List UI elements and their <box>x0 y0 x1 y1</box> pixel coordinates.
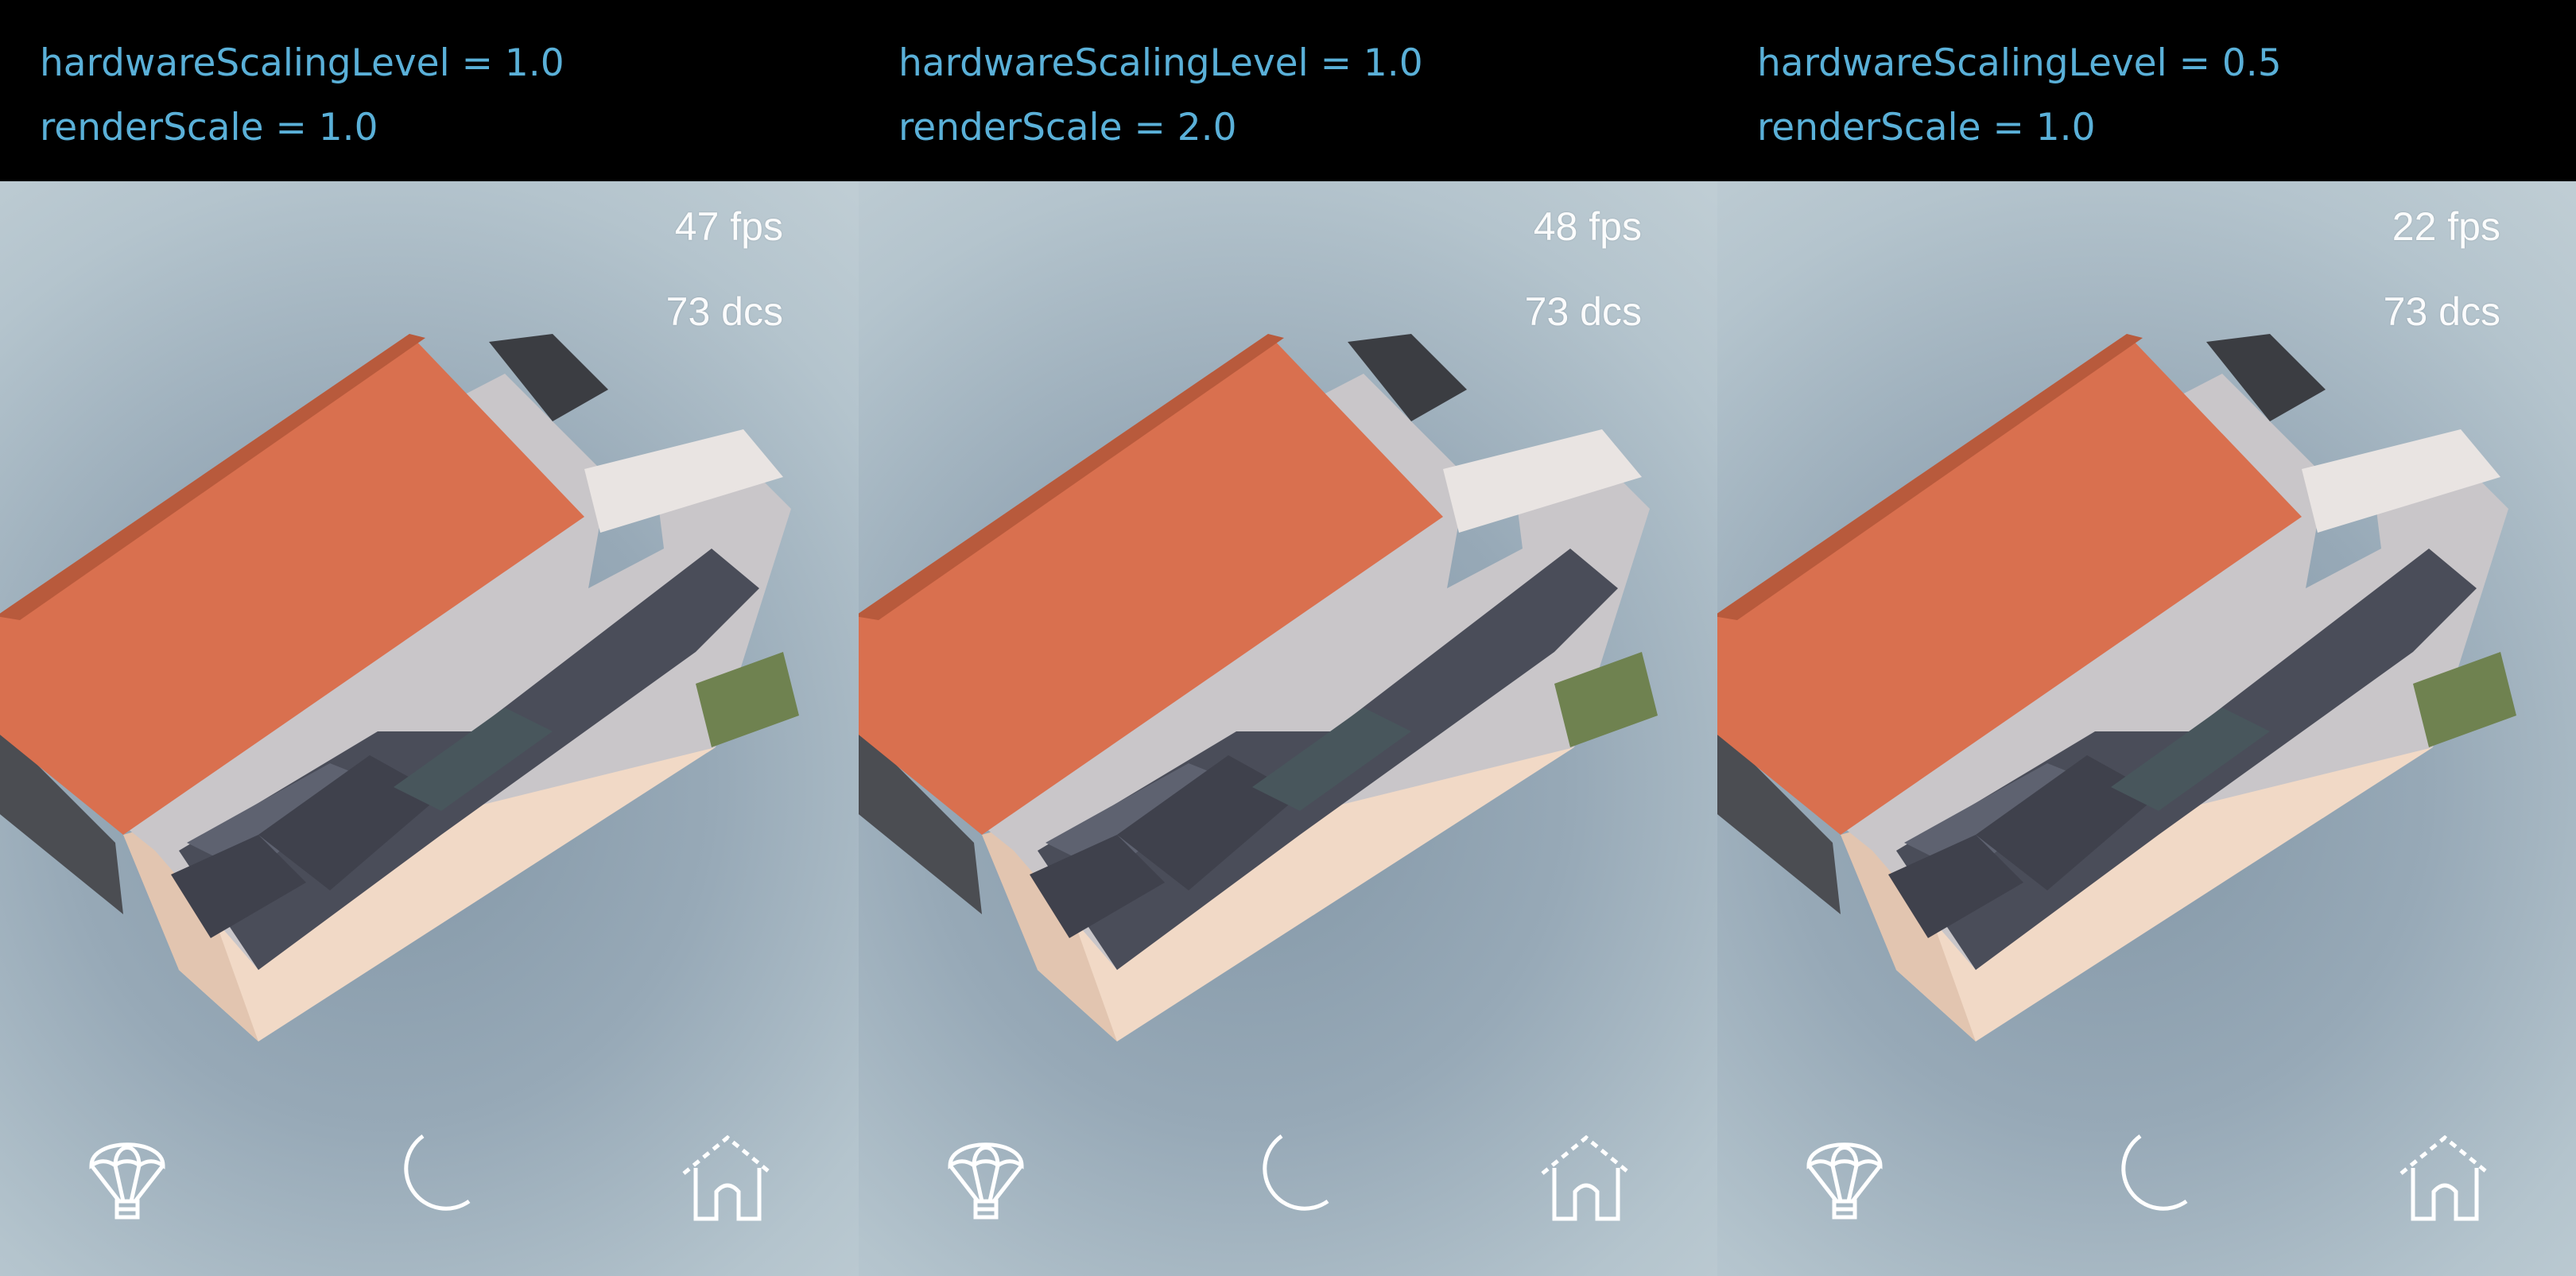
moon-icon <box>1263 1134 1329 1211</box>
home-icon <box>2399 1134 2490 1221</box>
draw-calls-counter: 73 dcs <box>2383 289 2500 334</box>
night-mode-button[interactable] <box>374 1122 485 1233</box>
parachute-icon <box>89 1142 165 1220</box>
fps-counter: 47 fps <box>674 204 783 249</box>
parachute-button[interactable] <box>930 1122 1042 1233</box>
3d-viewport[interactable]: 22 fps 73 dcs <box>1717 181 2576 1276</box>
home-button[interactable] <box>2389 1122 2500 1233</box>
home-icon <box>682 1134 773 1221</box>
fps-counter: 48 fps <box>1533 204 1642 249</box>
moon-icon <box>404 1134 471 1211</box>
hardware-scaling-label: hardwareScalingLevel = 1.0 <box>40 41 564 85</box>
fps-counter: 22 fps <box>2392 204 2500 249</box>
home-button[interactable] <box>1530 1122 1642 1233</box>
home-icon <box>1541 1134 1631 1221</box>
comparison-grid: hardwareScalingLevel = 1.0 renderScale =… <box>0 0 2576 1276</box>
3d-viewport[interactable]: 48 fps 73 dcs <box>859 181 1717 1276</box>
hardware-scaling-label: hardwareScalingLevel = 0.5 <box>1757 41 2282 85</box>
hardware-scaling-label: hardwareScalingLevel = 1.0 <box>898 41 1423 85</box>
house-model <box>859 334 1658 1041</box>
3d-viewport[interactable]: 47 fps 73 dcs <box>0 181 859 1276</box>
parachute-icon <box>948 1142 1024 1220</box>
home-button[interactable] <box>672 1122 783 1233</box>
settings-header: hardwareScalingLevel = 1.0 renderScale =… <box>859 0 1717 181</box>
parachute-icon <box>1806 1142 1883 1220</box>
night-mode-button[interactable] <box>1232 1122 1344 1233</box>
house-model <box>1717 334 2516 1041</box>
panel-3: hardwareScalingLevel = 0.5 renderScale =… <box>1717 0 2576 1276</box>
render-scale-label: renderScale = 1.0 <box>1757 106 2096 149</box>
house-model <box>0 334 799 1041</box>
parachute-button[interactable] <box>72 1122 183 1233</box>
render-scale-label: renderScale = 2.0 <box>898 106 1237 149</box>
night-mode-button[interactable] <box>2091 1122 2202 1233</box>
panel-2: hardwareScalingLevel = 1.0 renderScale =… <box>859 0 1717 1276</box>
draw-calls-counter: 73 dcs <box>665 289 783 334</box>
panel-1: hardwareScalingLevel = 1.0 renderScale =… <box>0 0 859 1276</box>
moon-icon <box>2121 1134 2188 1211</box>
draw-calls-counter: 73 dcs <box>1524 289 1642 334</box>
parachute-button[interactable] <box>1789 1122 1900 1233</box>
settings-header: hardwareScalingLevel = 1.0 renderScale =… <box>0 0 859 181</box>
render-scale-label: renderScale = 1.0 <box>40 106 378 149</box>
settings-header: hardwareScalingLevel = 0.5 renderScale =… <box>1717 0 2576 181</box>
